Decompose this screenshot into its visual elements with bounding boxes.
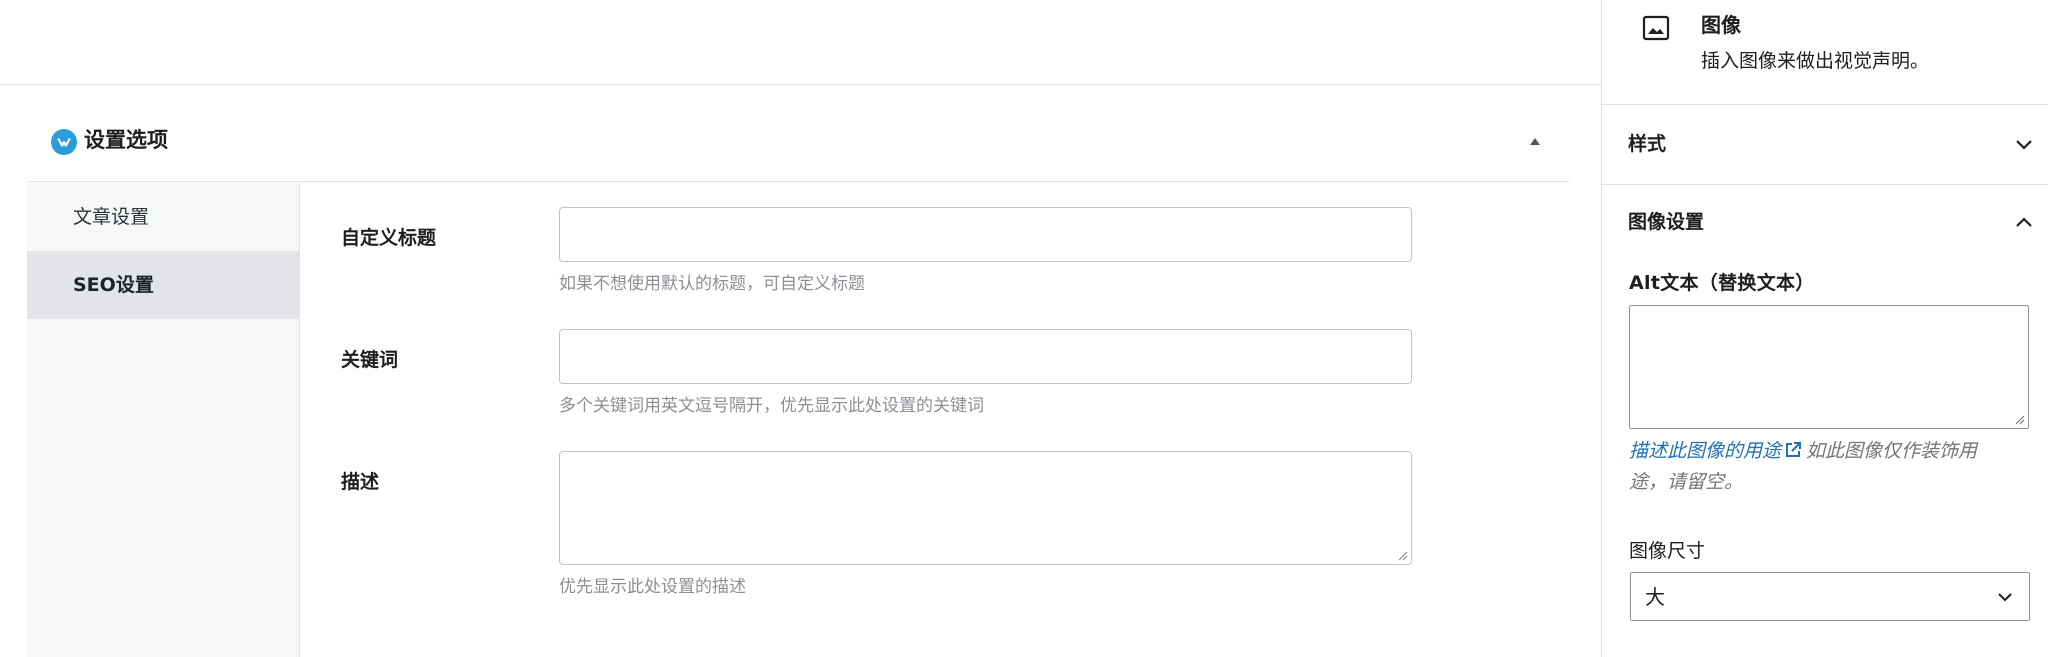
panel-styles-toggle[interactable]: 样式 <box>1602 106 2048 184</box>
metabox-tab-nav: 文章设置 SEO设置 <box>27 183 300 657</box>
tab-seo-settings[interactable]: SEO设置 <box>27 251 300 319</box>
metabox-header: 设置选项 <box>27 85 1569 182</box>
description-textarea[interactable] <box>559 451 1412 565</box>
block-card: 图像 插入图像来做出视觉声明。 <box>1602 0 2048 105</box>
image-size-label: 图像尺寸 <box>1629 540 1706 562</box>
chevron-up-icon <box>2016 217 2032 227</box>
block-name: 图像 <box>1701 13 1741 37</box>
alt-purpose-link[interactable]: 描述此图像的用途 <box>1629 440 1781 462</box>
keywords-label: 关键词 <box>341 349 399 371</box>
chevron-down-icon <box>2016 140 2032 150</box>
custom-title-input[interactable] <box>559 207 1412 262</box>
keywords-input[interactable] <box>559 329 1412 384</box>
alt-text-help: 描述此图像的用途 如此图像仅作装饰用途，请留空。 <box>1629 436 2034 498</box>
image-icon <box>1642 15 1670 41</box>
resize-grip-icon[interactable] <box>2013 413 2025 425</box>
editor-canvas-area <box>0 0 1601 85</box>
seo-fields-panel: 自定义标题 如果不想使用默认的标题，可自定义标题 关键词 多个关键词用英文逗号隔… <box>301 183 1569 657</box>
panel-image-settings-title: 图像设置 <box>1628 211 1705 233</box>
tab-post-settings[interactable]: 文章设置 <box>27 183 300 251</box>
settings-metabox: 设置选项 文章设置 SEO设置 自定义标题 如果不想使用默认的标题，可自定义标题… <box>27 85 1569 657</box>
description-label: 描述 <box>341 471 380 493</box>
plugin-logo-icon <box>51 129 77 155</box>
metabox-title: 设置选项 <box>84 128 168 152</box>
panel-image-settings-toggle[interactable]: 图像设置 <box>1602 185 2048 263</box>
custom-title-label: 自定义标题 <box>341 227 437 249</box>
chevron-down-icon <box>1998 593 2012 602</box>
description-help: 优先显示此处设置的描述 <box>559 577 746 597</box>
resize-grip-icon[interactable] <box>1396 549 1408 561</box>
collapse-toggle-button[interactable] <box>1525 131 1545 151</box>
custom-title-help: 如果不想使用默认的标题，可自定义标题 <box>559 274 865 294</box>
alt-text-label: Alt文本（替换文本） <box>1629 272 1815 294</box>
external-link-icon[interactable] <box>1783 440 1803 460</box>
editor-main: 设置选项 文章设置 SEO设置 自定义标题 如果不想使用默认的标题，可自定义标题… <box>0 0 1601 657</box>
triangle-up-icon <box>1530 138 1540 145</box>
panel-styles-title: 样式 <box>1628 133 1667 155</box>
image-size-value: 大 <box>1645 585 1665 609</box>
keywords-help: 多个关键词用英文逗号隔开，优先显示此处设置的关键词 <box>559 396 984 416</box>
block-settings-sidebar: 图像 插入图像来做出视觉声明。 样式 图像设置 Alt文本（替换文本） 描述此图… <box>1601 0 2048 657</box>
alt-text-textarea[interactable] <box>1629 305 2029 429</box>
image-size-select[interactable]: 大 <box>1630 572 2030 621</box>
alt-help-text-2: 途，请留空。 <box>1629 471 1744 493</box>
block-description: 插入图像来做出视觉声明。 <box>1701 50 1930 72</box>
alt-help-text-1: 如此图像仅作装饰用 <box>1806 440 1978 462</box>
